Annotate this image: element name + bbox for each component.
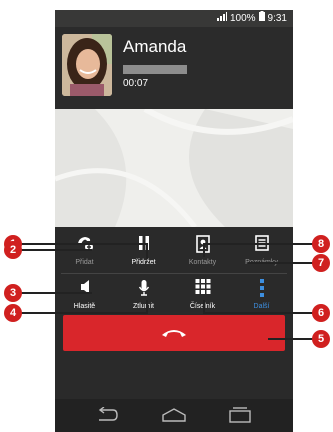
navigation-bar [55, 399, 293, 432]
battery-percent: 100% [229, 13, 256, 24]
speaker-icon [79, 279, 91, 300]
callout-badge: 8 [312, 235, 330, 253]
add-call-label: Přidat [75, 259, 94, 266]
divider [61, 273, 287, 274]
callout-line [16, 243, 148, 245]
callout-badge: 2 [4, 241, 22, 259]
mute-button[interactable]: Ztlumit [114, 275, 173, 315]
callout-line [203, 300, 205, 314]
caller-number-redacted [123, 65, 187, 74]
add-call-icon [76, 235, 94, 256]
hold-label: Přidržet [131, 259, 156, 266]
callout-line [248, 262, 318, 264]
add-call-button[interactable]: Přidat [55, 231, 114, 271]
callout-line [146, 300, 148, 314]
avatar [62, 34, 112, 96]
callout-line [16, 292, 92, 294]
call-duration: 00:07 [123, 78, 149, 89]
speaker-label: Hlasitě [73, 303, 96, 310]
caller-name: Amanda [123, 37, 187, 56]
battery-icon [258, 10, 265, 27]
speaker-button[interactable]: Hlasitě [55, 275, 114, 315]
callout-badge: 6 [312, 304, 330, 322]
end-call-button[interactable] [63, 315, 285, 351]
more-vertical-icon [259, 279, 264, 302]
callout-badge: 7 [312, 254, 330, 272]
callout-line [146, 243, 148, 259]
dialpad-icon [195, 279, 210, 299]
more-button[interactable]: Další [232, 275, 291, 315]
callout-line [205, 243, 318, 245]
contacts-label: Kontakty [188, 259, 217, 266]
phone-screen: 100% 9:31 Amanda 00:07 Přidat Přidržet K… [55, 10, 293, 432]
hold-button[interactable]: Přidržet [114, 231, 173, 271]
callout-line [205, 312, 318, 314]
callout-badge: 3 [4, 284, 22, 302]
recent-apps-icon[interactable] [228, 407, 252, 428]
callout-line [16, 249, 92, 251]
call-header: Amanda 00:07 [55, 27, 293, 109]
signal-icon [216, 10, 227, 27]
callout-line [203, 243, 205, 257]
hang-up-icon [162, 330, 186, 337]
callout-line [16, 312, 148, 314]
mute-label: Ztlumit [133, 303, 154, 310]
notes-icon [254, 235, 269, 256]
clock: 9:31 [267, 13, 287, 24]
microphone-icon [138, 279, 150, 302]
more-label: Další [253, 303, 270, 310]
callout-line [268, 338, 318, 340]
back-icon[interactable] [95, 406, 119, 428]
wallpaper [55, 106, 293, 229]
notes-button[interactable]: Poznámky [232, 231, 291, 271]
status-bar: 100% 9:31 [55, 10, 293, 27]
home-icon[interactable] [161, 407, 187, 428]
callout-badge: 4 [4, 304, 22, 322]
callout-badge: 5 [312, 330, 330, 348]
